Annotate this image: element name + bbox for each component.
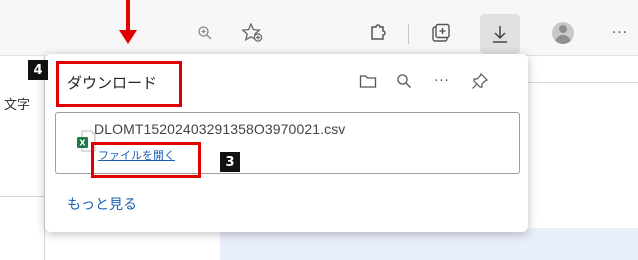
zoom-icon[interactable]: [194, 18, 216, 48]
profile-icon[interactable]: [552, 22, 574, 44]
page-highlight-area: [220, 228, 638, 260]
annotation-badge-3: 3: [220, 152, 240, 172]
open-folder-icon[interactable]: [355, 68, 381, 94]
more-icon[interactable]: ···: [429, 68, 455, 94]
page-divider: [0, 196, 45, 197]
search-icon[interactable]: [391, 68, 417, 94]
pin-icon[interactable]: [467, 68, 493, 94]
annotation-badge-4: 4: [28, 60, 48, 80]
page-sidebar: 文字: [0, 56, 45, 260]
extensions-icon[interactable]: [364, 18, 390, 48]
annotation-arrow-head: [119, 30, 137, 44]
annotation-arrow-shaft: [126, 0, 130, 32]
collections-icon[interactable]: [428, 18, 454, 48]
see-more-link[interactable]: もっと見る: [67, 194, 137, 214]
svg-text:X: X: [79, 139, 86, 148]
download-filename: DLOMT15202403291358O3970021.csv: [94, 121, 346, 137]
browser-toolbar: ···: [0, 0, 638, 56]
page-divider: [525, 82, 638, 83]
annotation-box-downloads-title: [56, 61, 182, 107]
toolbar-divider: [408, 24, 409, 44]
page-side-text: 文字: [4, 98, 31, 113]
annotation-box-open-file: [91, 142, 201, 178]
downloads-button[interactable]: [480, 14, 520, 54]
add-favorite-icon[interactable]: [240, 18, 266, 48]
more-icon[interactable]: ···: [608, 18, 632, 48]
